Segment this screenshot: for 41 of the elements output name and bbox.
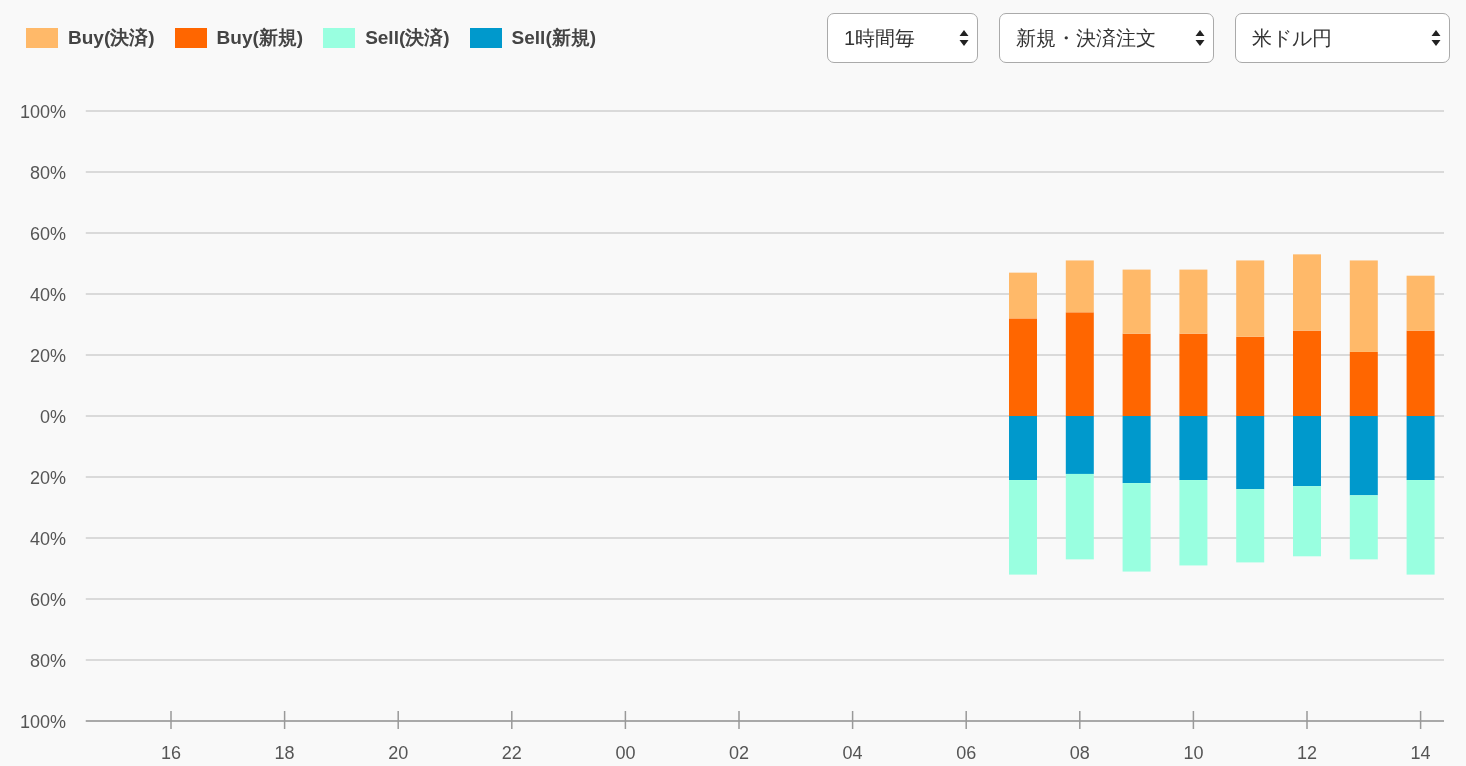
y-axis-label: 100% <box>19 102 66 122</box>
x-axis-label: 02 <box>729 743 749 763</box>
x-axis-label: 14 <box>1410 743 1431 763</box>
chart-bar <box>1122 416 1151 484</box>
y-axis-label: 20% <box>29 468 66 488</box>
chart-bar <box>1349 495 1378 560</box>
y-axis-label: 0% <box>40 407 66 427</box>
x-axis-label: 00 <box>615 743 636 763</box>
up-down-arrows-icon <box>959 29 969 47</box>
y-axis-label: 60% <box>29 590 66 610</box>
x-axis-label: 04 <box>842 743 863 763</box>
chart-bar <box>1179 269 1208 334</box>
x-axis-label: 20 <box>388 743 409 763</box>
legend-label: Sell(新規) <box>511 26 597 50</box>
x-axis-label: 16 <box>161 743 181 763</box>
legend-label: Sell(決済) <box>365 26 450 50</box>
dropdown[interactable]: 1時間毎 <box>827 13 978 63</box>
up-down-arrows-icon <box>1431 29 1441 47</box>
dropdown[interactable]: 新規・決済注文 <box>999 13 1214 63</box>
x-axis-label: 06 <box>956 743 977 763</box>
chart-bar <box>1349 351 1378 416</box>
y-axis-label: 80% <box>29 163 66 183</box>
chart-bar <box>1122 269 1151 334</box>
x-axis-label: 12 <box>1297 743 1317 763</box>
chart-bar <box>1293 416 1321 487</box>
x-axis-label: 08 <box>1069 743 1090 763</box>
y-axis-label: 80% <box>29 651 66 671</box>
chart-bar <box>1293 486 1321 557</box>
y-axis-label: 60% <box>29 224 66 244</box>
y-axis-label: 20% <box>29 346 66 366</box>
x-axis-label: 22 <box>501 743 522 763</box>
y-axis-label: 40% <box>29 529 66 549</box>
up-down-arrows-icon <box>1195 29 1205 47</box>
x-axis-label: 18 <box>274 743 295 763</box>
legend-label: Buy(決済) <box>68 26 155 50</box>
x-axis-label: 10 <box>1183 743 1204 763</box>
y-axis-label: 40% <box>29 285 66 305</box>
dropdown[interactable]: 米ドル円 <box>1235 13 1450 63</box>
y-axis-label: 100% <box>19 712 66 732</box>
chart-bar <box>1179 416 1208 481</box>
legend-label: Buy(新規) <box>216 26 304 50</box>
